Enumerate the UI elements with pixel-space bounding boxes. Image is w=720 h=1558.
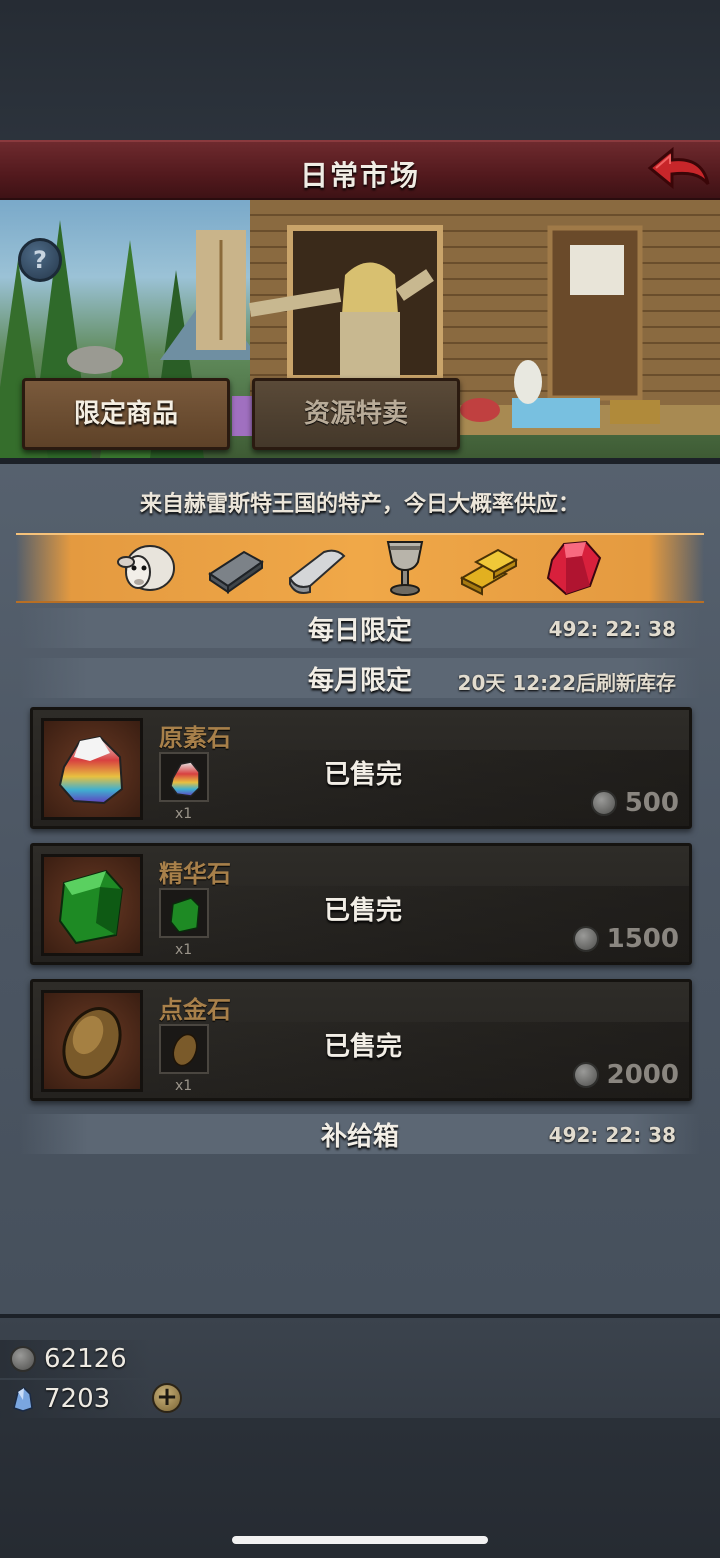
help-button[interactable]: ? (18, 238, 62, 282)
plus-icon: + (156, 1382, 178, 1412)
back-button[interactable] (646, 146, 712, 194)
item-thumbnail (41, 718, 143, 820)
tab-resource-sale[interactable]: 资源特卖 (252, 378, 460, 450)
item-quantity: x1 (175, 1078, 193, 1094)
sold-out-label: 已售完 (323, 760, 402, 790)
item-thumbnail (41, 990, 143, 1092)
silver-ingot-icon (286, 538, 348, 598)
ruby-icon (542, 538, 604, 598)
silver-coin-icon (590, 790, 617, 816)
sold-out-label: 已售完 (323, 1032, 402, 1062)
element-stone-icon (58, 735, 124, 805)
shop-item-card[interactable]: 点金石 x1 已售完 2000 (30, 979, 692, 1101)
item-thumbnail (41, 854, 143, 956)
status-area (0, 0, 720, 140)
daily-limited-timer: 492: 22: 38 (548, 617, 676, 641)
silver-coin-icon (572, 926, 599, 952)
item-price: 2000 (572, 1060, 679, 1090)
gold-bars-icon (456, 538, 519, 598)
shop-item-card[interactable]: 精华石 x1 已售完 1500 (30, 843, 692, 965)
item-mini-slot (159, 888, 209, 938)
goblet-icon (374, 538, 436, 598)
specialty-text: 来自赫雷斯特王国的特产，今日大概率供应： (139, 492, 580, 517)
iron-ingot-icon (204, 538, 266, 598)
gold-stone-icon (62, 1007, 122, 1079)
item-quantity: x1 (175, 806, 193, 822)
essence-stone-icon (170, 897, 200, 933)
sold-out-label: 已售完 (323, 896, 402, 926)
gem-amount: 7203 (44, 1384, 111, 1414)
gem-balance: 7203 (0, 1380, 150, 1418)
silver-balance: 62126 (0, 1340, 150, 1378)
item-mini-slot (159, 752, 209, 802)
silver-coin-icon (10, 1346, 36, 1372)
element-stone-icon (170, 761, 200, 797)
silver-amount: 62126 (44, 1344, 127, 1374)
item-mini-slot (159, 1024, 209, 1074)
title-bar: 日常市场 (0, 140, 720, 200)
price-value: 500 (624, 788, 679, 818)
add-gems-button[interactable]: + (152, 1383, 182, 1413)
back-arrow-icon (647, 146, 710, 190)
item-price: 500 (590, 788, 679, 818)
home-indicator[interactable] (232, 1536, 488, 1544)
item-name: 原素石 (159, 724, 231, 752)
item-name: 点金石 (159, 996, 231, 1024)
crystal-icon (13, 1387, 33, 1412)
shop-item-card[interactable]: 原素石 x1 已售完 500 (30, 707, 692, 829)
tab-limited-goods[interactable]: 限定商品 (22, 378, 230, 450)
item-price: 1500 (572, 924, 679, 954)
item-quantity: x1 (175, 942, 193, 958)
essence-stone-icon (58, 869, 124, 945)
price-value: 2000 (606, 1060, 679, 1090)
supply-box-timer: 492: 22: 38 (548, 1123, 676, 1147)
price-value: 1500 (606, 924, 679, 954)
question-icon: ? (33, 246, 47, 274)
item-name: 精华石 (159, 860, 231, 888)
sheep-icon (116, 538, 178, 598)
page-title: 日常市场 (299, 159, 420, 192)
gold-stone-icon (172, 1033, 198, 1067)
monthly-refresh-timer: 20天 12:22后刷新库存 (457, 671, 676, 695)
silver-coin-icon (572, 1062, 599, 1088)
